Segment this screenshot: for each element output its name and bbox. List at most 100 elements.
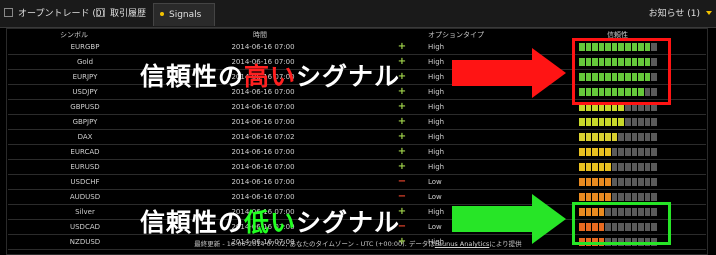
reliability-segment bbox=[605, 148, 611, 156]
symbol-cell: EURJPY bbox=[72, 73, 98, 81]
notifications-label: お知らせ (1) bbox=[648, 9, 700, 19]
reliability-segment bbox=[644, 133, 651, 141]
minus-icon: − bbox=[397, 176, 407, 187]
reliability-segment bbox=[638, 133, 644, 141]
table-row[interactable]: EURCAD 2014-06-16 07:00 + High bbox=[8, 145, 706, 160]
reliability-segment bbox=[644, 193, 651, 201]
reliability-segment bbox=[631, 118, 638, 126]
reliability-segment bbox=[651, 178, 657, 186]
reliability-segment bbox=[651, 193, 657, 201]
tab-trade-history[interactable]: 取引履歴 bbox=[96, 3, 146, 25]
time-cell: 2014-06-16 07:00 bbox=[231, 178, 295, 186]
symbol-cell: AUDUSD bbox=[69, 193, 101, 201]
reliability-segment bbox=[585, 148, 592, 156]
reliability-segment bbox=[611, 163, 618, 171]
reliability-segment bbox=[585, 133, 592, 141]
reliability-segment bbox=[579, 133, 585, 141]
reliability-segment bbox=[625, 148, 631, 156]
caption-prefix: 信頼性の bbox=[140, 62, 245, 91]
reliability-segment bbox=[651, 118, 657, 126]
table-row[interactable]: EURUSD 2014-06-16 07:00 + High bbox=[8, 160, 706, 175]
plus-icon: + bbox=[397, 131, 407, 142]
reliability-segment bbox=[592, 163, 598, 171]
reliability-segment bbox=[625, 193, 631, 201]
option-type-cell: Low bbox=[428, 178, 442, 186]
reliability-segment bbox=[618, 163, 625, 171]
table-row[interactable]: DAX 2014-06-16 07:02 + High bbox=[8, 130, 706, 145]
symbol-cell: USDCHF bbox=[70, 178, 100, 186]
reliability-segment bbox=[644, 148, 651, 156]
time-cell: 2014-06-16 07:00 bbox=[231, 43, 295, 51]
reliability-segment bbox=[651, 163, 657, 171]
time-cell: 2014-06-16 07:00 bbox=[231, 148, 295, 156]
reliability-segment bbox=[644, 118, 651, 126]
reliability-segment bbox=[605, 163, 611, 171]
time-cell: 2014-06-16 07:00 bbox=[231, 193, 295, 201]
reliability-segment bbox=[651, 148, 657, 156]
reliability-segment bbox=[605, 193, 611, 201]
tab-signals[interactable]: Signals bbox=[153, 3, 215, 26]
faunus-analytics-link[interactable]: Faunus Analytics bbox=[435, 240, 489, 248]
checkbox-icon bbox=[4, 8, 13, 17]
reliability-segment bbox=[644, 178, 651, 186]
reliability-meter bbox=[579, 163, 657, 171]
time-cell: 2014-06-16 07:02 bbox=[231, 133, 295, 141]
tab-open-trades[interactable]: オープントレード (0) bbox=[4, 3, 105, 25]
reliability-segment bbox=[598, 133, 605, 141]
symbol-cell: Silver bbox=[75, 208, 95, 216]
reliability-segment bbox=[631, 163, 638, 171]
green-arrow-head-icon bbox=[532, 194, 566, 244]
active-dot-icon bbox=[160, 12, 164, 16]
header-option-type: オプションタイプ bbox=[428, 31, 484, 39]
option-type-cell: Low bbox=[428, 193, 442, 201]
reliability-segment bbox=[598, 193, 605, 201]
reliability-segment bbox=[618, 193, 625, 201]
option-type-cell: High bbox=[428, 88, 445, 96]
reliability-segment bbox=[579, 148, 585, 156]
footer-text: 最終更新 - 16-06-2014 07:02, あなたのタイムゾーン - UT… bbox=[194, 240, 435, 248]
tab-bar: オープントレード (0) 取引履歴 Signals お知らせ (1) bbox=[0, 0, 716, 28]
reliability-segment bbox=[631, 178, 638, 186]
symbol-cell: GBPUSD bbox=[70, 103, 100, 111]
reliability-segment bbox=[638, 148, 644, 156]
table-row[interactable]: GBPJPY 2014-06-16 07:00 + High bbox=[8, 115, 706, 130]
reliability-segment bbox=[579, 118, 585, 126]
reliability-segment bbox=[592, 193, 598, 201]
option-type-cell: High bbox=[428, 163, 445, 171]
reliability-meter bbox=[579, 193, 657, 201]
reliability-segment bbox=[631, 148, 638, 156]
reliability-segment bbox=[611, 133, 618, 141]
reliability-meter bbox=[579, 133, 657, 141]
plus-icon: + bbox=[397, 146, 407, 157]
tab-trade-history-label: 取引履歴 bbox=[110, 9, 147, 19]
option-type-cell: High bbox=[428, 133, 445, 141]
green-arrow-shaft bbox=[452, 206, 534, 232]
low-reliability-highlight-box bbox=[572, 202, 671, 245]
notifications-button[interactable]: お知らせ (1) bbox=[649, 3, 712, 25]
symbol-cell: EURUSD bbox=[70, 163, 100, 171]
reliability-segment bbox=[625, 178, 631, 186]
option-type-cell: High bbox=[428, 103, 445, 111]
symbol-cell: Gold bbox=[76, 58, 94, 66]
reliability-segment bbox=[605, 178, 611, 186]
reliability-segment bbox=[579, 163, 585, 171]
reliability-segment bbox=[631, 193, 638, 201]
symbol-cell: EURCAD bbox=[70, 148, 100, 156]
reliability-meter bbox=[579, 148, 657, 156]
reliability-segment bbox=[625, 133, 631, 141]
reliability-segment bbox=[592, 178, 598, 186]
reliability-segment bbox=[638, 178, 644, 186]
table-row[interactable]: USDCHF 2014-06-16 07:00 − Low bbox=[8, 175, 706, 190]
caret-down-icon bbox=[706, 11, 712, 15]
reliability-segment bbox=[592, 118, 598, 126]
reliability-segment bbox=[611, 148, 618, 156]
high-reliability-caption: 信頼性の高いシグナル bbox=[140, 57, 400, 93]
option-type-cell: High bbox=[428, 118, 445, 126]
time-cell: 2014-06-16 07:00 bbox=[231, 163, 295, 171]
reliability-segment bbox=[585, 118, 592, 126]
reliability-segment bbox=[585, 193, 592, 201]
plus-icon: + bbox=[397, 161, 407, 172]
reliability-segment bbox=[605, 133, 611, 141]
red-arrow-shaft bbox=[452, 60, 534, 86]
reliability-segment bbox=[625, 163, 631, 171]
